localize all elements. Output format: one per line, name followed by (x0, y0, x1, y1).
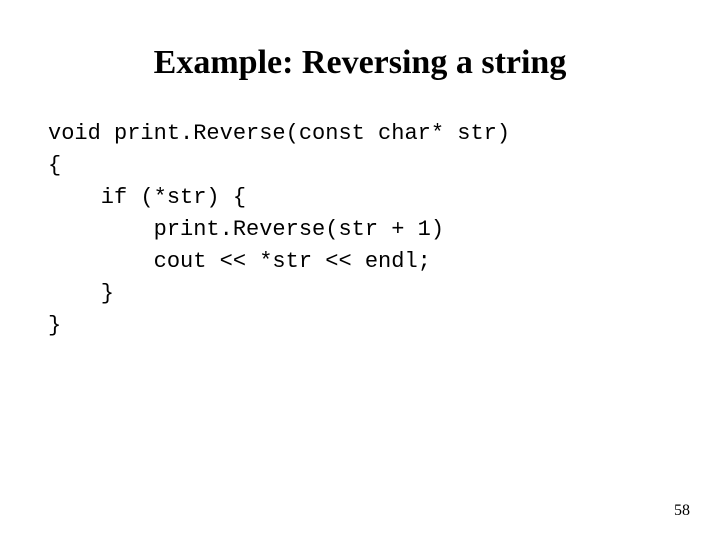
slide-container: Example: Reversing a string void print.R… (0, 0, 720, 540)
slide-title: Example: Reversing a string (0, 44, 720, 82)
code-block: void print.Reverse(const char* str) { if… (48, 118, 510, 342)
page-number: 58 (674, 502, 690, 520)
